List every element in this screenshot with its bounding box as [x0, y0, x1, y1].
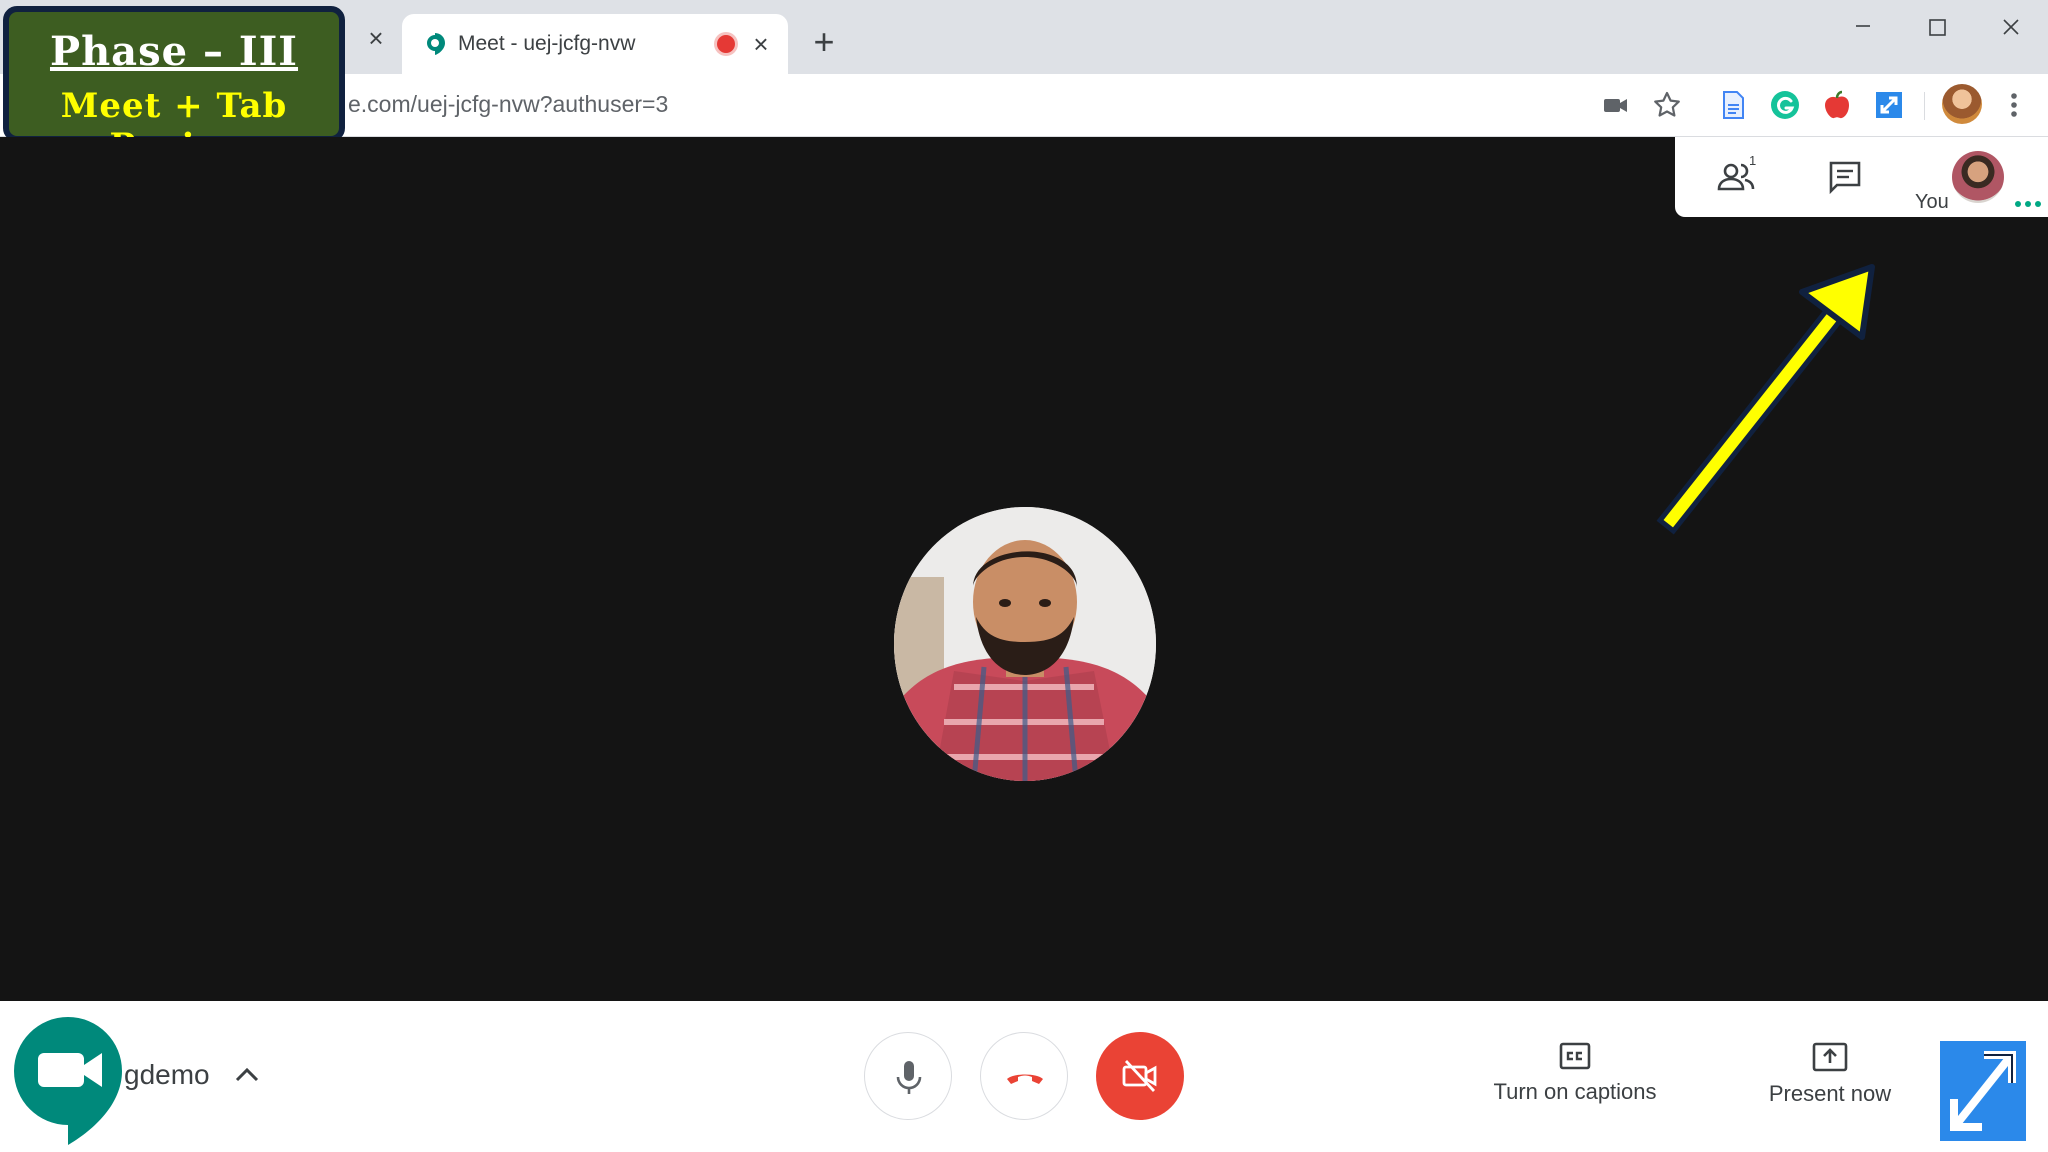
captions-button[interactable]: Turn on captions: [1480, 1041, 1670, 1105]
hang-up-phone-icon: [1007, 1074, 1043, 1084]
participants-icon[interactable]: 1: [1715, 155, 1759, 195]
more-options-icon[interactable]: [2013, 199, 2043, 209]
toolbar-divider: [1924, 92, 1925, 120]
chat-icon[interactable]: [1825, 157, 1865, 195]
camera-in-use-icon[interactable]: [1598, 88, 1632, 122]
participant-avatar: [894, 507, 1156, 781]
resize-arrows-icon: [1950, 1051, 2016, 1131]
self-view-label: You: [1915, 191, 1949, 213]
participant-photo: [894, 507, 1156, 781]
camera-toggle-button[interactable]: [1096, 1032, 1184, 1120]
profile-avatar[interactable]: [1942, 84, 1982, 124]
microphone-button[interactable]: [864, 1032, 952, 1120]
camera-off-icon: [1122, 1060, 1157, 1092]
phase-title: Phase – III: [49, 28, 299, 75]
tab-close-button[interactable]: ×: [747, 30, 775, 58]
captions-label: Turn on captions: [1493, 1079, 1657, 1104]
google-meet-logo-icon: [14, 1017, 122, 1145]
microphone-icon: [896, 1061, 922, 1094]
close-window-button[interactable]: [1986, 10, 2036, 46]
bookmark-star-icon[interactable]: [1650, 88, 1684, 122]
maximize-window-button[interactable]: [1912, 10, 1962, 46]
annotation-arrow-icon: [1656, 264, 1875, 535]
present-label: Present now: [1768, 1081, 1892, 1106]
participant-count: 1: [1749, 155, 1756, 168]
tab-meet[interactable]: Meet - uej-jcfg-nvw ×: [402, 14, 788, 74]
chevron-up-icon[interactable]: [232, 1061, 262, 1087]
self-view-thumbnail[interactable]: [1952, 151, 2004, 203]
meeting-controls-bar: gdemo Turn on captions Present now: [0, 1001, 2048, 1152]
chrome-menu-icon[interactable]: [2000, 88, 2028, 122]
apple-extension-icon[interactable]: [1820, 88, 1854, 122]
meet-favicon-icon: [427, 33, 445, 55]
present-now-button[interactable]: Present now: [1750, 1041, 1910, 1107]
recording-indicator-icon: [717, 35, 735, 53]
meeting-top-panel: 1 You: [1675, 137, 2048, 217]
leave-call-button[interactable]: [980, 1032, 1068, 1120]
grammarly-extension-icon[interactable]: [1768, 88, 1802, 122]
minimize-window-button[interactable]: [1838, 10, 1888, 46]
tab-title: Meet - uej-jcfg-nvw: [458, 32, 636, 55]
meeting-stage: 1 You: [0, 137, 2048, 1001]
previous-tab-close-button[interactable]: ×: [362, 24, 390, 52]
url-field[interactable]: e.com/uej-jcfg-nvw?authuser=3: [348, 91, 668, 118]
tab-resize-logo: [1940, 1041, 2026, 1141]
docs-extension-icon[interactable]: [1716, 88, 1750, 122]
meeting-name[interactable]: gdemo: [124, 1059, 210, 1091]
tab-resize-extension-icon[interactable]: [1872, 88, 1906, 122]
closed-captions-icon: [1559, 1042, 1591, 1070]
new-tab-button[interactable]: +: [806, 24, 842, 60]
present-screen-icon: [1812, 1042, 1848, 1072]
phase-overlay-box: Phase – III Meet + Tab Resize: [3, 6, 345, 166]
